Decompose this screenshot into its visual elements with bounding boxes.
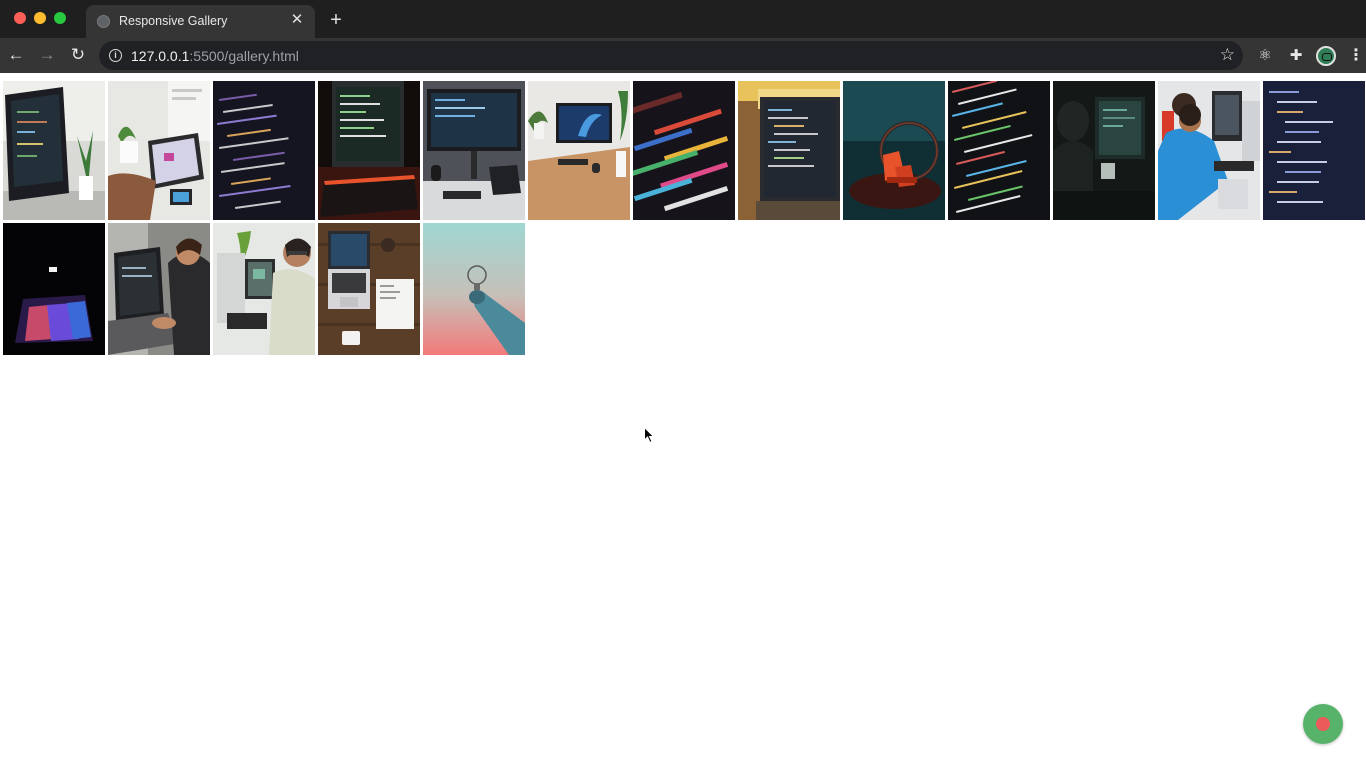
close-window-button[interactable]: [14, 12, 26, 24]
gallery-row: [3, 81, 1366, 220]
gallery-image-blurred-code-color[interactable]: [633, 81, 735, 220]
gallery-image-code-editor-navy[interactable]: [1263, 81, 1365, 220]
gallery-image-hand-bulb-sky[interactable]: [423, 223, 525, 355]
gallery-image-purple-light-dark[interactable]: [3, 223, 105, 355]
gallery-image-monitor-keyboard-red[interactable]: [318, 81, 420, 220]
image-gallery: [3, 81, 1366, 358]
url-text[interactable]: 127.0.0.1:5500/gallery.html: [131, 48, 299, 64]
minimize-window-button[interactable]: [34, 12, 46, 24]
gallery-image-tablet-hands-plant[interactable]: [108, 81, 210, 220]
address-bar[interactable]: i 127.0.0.1:5500/gallery.html ☆: [99, 41, 1243, 70]
gallery-image-code-screen-dark[interactable]: [213, 81, 315, 220]
forward-arrow-icon[interactable]: →: [37, 45, 57, 65]
back-arrow-icon[interactable]: ←: [6, 45, 26, 65]
bookmark-star-icon[interactable]: ☆: [1220, 45, 1235, 65]
gallery-row: [3, 223, 1366, 355]
gallery-image-laptop-wood-desk[interactable]: [318, 223, 420, 355]
gallery-image-man-laptop-typing[interactable]: [108, 223, 210, 355]
info-icon[interactable]: i: [109, 49, 122, 62]
close-icon[interactable]: ✕: [288, 11, 306, 29]
gallery-image-dark-room-monitor[interactable]: [1053, 81, 1155, 220]
maximize-window-button[interactable]: [54, 12, 66, 24]
gallery-image-man-desktop-glasses[interactable]: [213, 223, 315, 355]
more-menu-icon[interactable]: ⋮: [1348, 46, 1364, 66]
gallery-image-man-blue-shirt-desk[interactable]: [1158, 81, 1260, 220]
browser-toolbar: ← → ↻ i 127.0.0.1:5500/gallery.html ☆ ⚛ …: [0, 38, 1366, 73]
gallery-image-red-device-teal[interactable]: [843, 81, 945, 220]
mouse-cursor-icon: [644, 427, 654, 443]
react-devtools-icon[interactable]: ⚛: [1255, 46, 1275, 66]
gallery-image-monitor-desk-laptop[interactable]: [423, 81, 525, 220]
extensions-puzzle-icon[interactable]: ✚: [1286, 46, 1306, 66]
tab-title: Responsive Gallery: [119, 14, 228, 28]
profile-avatar[interactable]: [1316, 46, 1336, 66]
browser-tab-bar: Responsive Gallery ✕ +: [0, 0, 1366, 38]
gallery-image-desk-monitor-plants[interactable]: [528, 81, 630, 220]
record-button[interactable]: [1303, 704, 1343, 744]
gallery-image-code-lines-dark[interactable]: [948, 81, 1050, 220]
globe-icon: [97, 15, 110, 28]
reload-icon[interactable]: ↻: [68, 45, 88, 65]
new-tab-button[interactable]: +: [326, 10, 346, 30]
gallery-image-laptop-code-plant[interactable]: [3, 81, 105, 220]
active-tab[interactable]: Responsive Gallery ✕: [86, 5, 315, 38]
gallery-image-laptop-code-warm[interactable]: [738, 81, 840, 220]
